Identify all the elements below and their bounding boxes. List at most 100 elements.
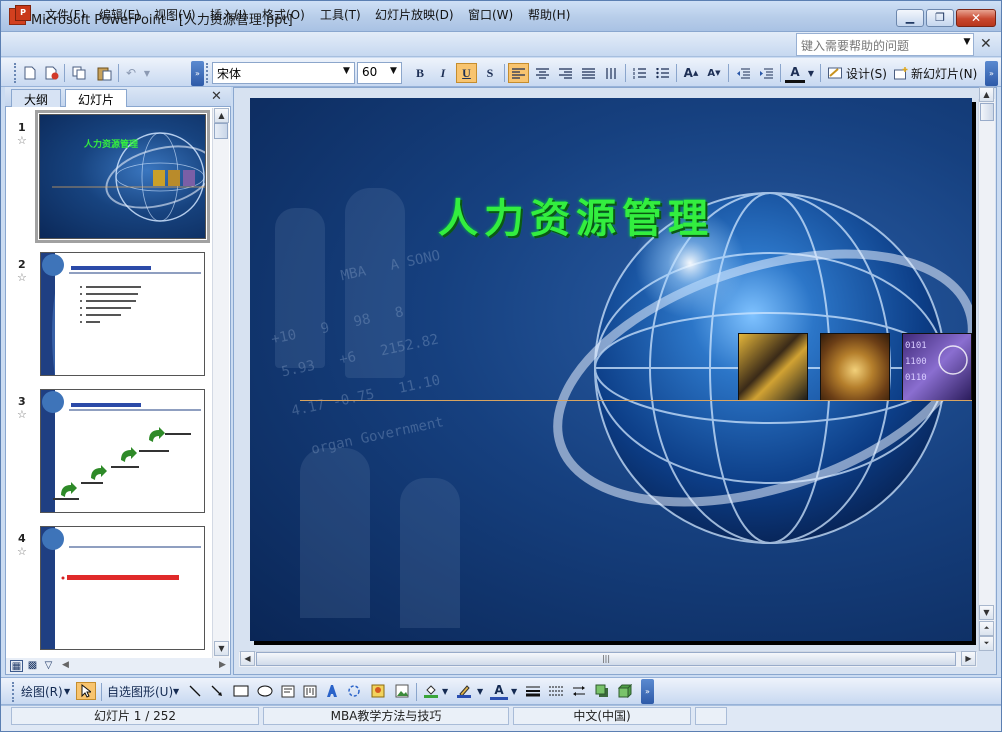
textbox-tool-icon[interactable] (279, 682, 297, 700)
menu-slideshow[interactable]: 幻灯片放映(D) (375, 6, 454, 23)
underline-button[interactable]: U (456, 63, 477, 83)
toolbar-grip[interactable] (12, 682, 15, 702)
thumbnail-scrollbar[interactable] (212, 108, 229, 658)
diagram-icon[interactable] (345, 682, 363, 700)
autoshapes-dropdown-icon[interactable]: ▼ (173, 682, 179, 700)
menu-tools[interactable]: 工具(T) (320, 6, 361, 23)
scroll-down-icon[interactable]: ▼ (214, 641, 229, 656)
italic-button[interactable]: I (433, 63, 453, 83)
align-center-button[interactable] (532, 63, 552, 83)
close-window-button[interactable]: ✕ (956, 9, 996, 27)
restore-button[interactable]: ❐ (926, 9, 954, 27)
slide-vertical-scroll-thumb[interactable] (980, 103, 994, 121)
toolbar-overflow-chevron-right[interactable]: » (985, 61, 998, 86)
menu-help[interactable]: 帮助(H) (528, 6, 570, 23)
scroll-up-icon[interactable]: ▲ (214, 108, 229, 123)
menu-edit[interactable]: 编辑(E) (99, 6, 140, 23)
thumbnail-scroll-thumb[interactable] (214, 123, 228, 139)
bold-button[interactable]: B (410, 63, 430, 83)
shadow-style-icon[interactable] (593, 682, 611, 700)
help-search-input[interactable]: 键入需要帮助的问题 (796, 33, 974, 56)
new-slide-button[interactable]: 新幻灯片(N) (911, 65, 977, 82)
numbering-icon[interactable] (629, 63, 649, 83)
line-color-icon[interactable] (455, 682, 473, 700)
bullets-icon[interactable] (652, 63, 672, 83)
pane-close-icon[interactable]: ✕ (211, 89, 222, 104)
toolbar-grip[interactable] (14, 63, 17, 83)
columns-icon[interactable] (601, 63, 621, 83)
menu-window[interactable]: 窗口(W) (468, 6, 513, 23)
scroll-left-icon[interactable]: ◀ (62, 660, 69, 670)
scroll-left-icon[interactable]: ◀ (240, 651, 255, 666)
vertical-textbox-icon[interactable] (301, 682, 319, 700)
menu-view[interactable]: 视图(V) (154, 6, 196, 23)
slideshow-view-icon[interactable]: ▽ (42, 660, 55, 672)
slide-horizontal-scroll-thumb[interactable]: ||| (256, 652, 956, 666)
permission-icon[interactable] (43, 63, 61, 83)
fill-color-dropdown-icon[interactable]: ▼ (442, 682, 448, 700)
undo-dropdown-icon[interactable]: ▼ (141, 63, 153, 83)
document-close-button[interactable]: ✕ (980, 36, 992, 52)
font-color-draw-icon[interactable]: A (490, 682, 508, 700)
clip-art-icon[interactable] (369, 682, 387, 700)
line-color-dropdown-icon[interactable]: ▼ (477, 682, 483, 700)
line-style-icon[interactable] (524, 682, 542, 700)
slide-thumbnail-3[interactable] (40, 389, 205, 513)
arrow-style-icon[interactable] (570, 682, 588, 700)
scroll-up-icon[interactable]: ▲ (979, 87, 994, 102)
toolbar-grip[interactable] (206, 63, 209, 83)
copy-icon[interactable] (69, 63, 89, 83)
font-color-icon[interactable]: A (785, 63, 805, 83)
scroll-right-icon[interactable]: ▶ (219, 660, 226, 670)
wordart-icon[interactable] (323, 682, 341, 700)
select-pointer-icon[interactable] (76, 682, 96, 700)
tab-outline[interactable]: 大纲 (11, 89, 62, 107)
shadow-button[interactable]: S (480, 63, 500, 83)
autoshapes-menu-button[interactable]: 自选图形(U) (107, 682, 173, 700)
scroll-down-icon[interactable]: ▼ (979, 605, 994, 620)
distribute-icon[interactable] (578, 63, 598, 83)
current-slide-canvas[interactable]: +10 9 98 8 5.93 +6 2152.82 4.17 -0.75 11… (250, 98, 972, 641)
dash-style-icon[interactable] (547, 682, 565, 700)
slide-title[interactable]: 人力资源管理 (438, 186, 714, 244)
slide-thumbnail-4[interactable] (40, 526, 205, 650)
normal-view-icon[interactable]: ▦ (10, 660, 23, 672)
align-right-button[interactable] (555, 63, 575, 83)
rectangle-tool-icon[interactable] (231, 682, 251, 700)
3d-style-icon[interactable] (616, 682, 634, 700)
minimize-button[interactable]: ▁ (896, 9, 924, 27)
tab-slides[interactable]: 幻灯片 (65, 89, 128, 107)
draw-menu-button[interactable]: 绘图(R) (21, 682, 63, 700)
slide-vertical-scrollbar[interactable] (978, 99, 995, 651)
menu-format[interactable]: 格式(O) (262, 6, 305, 23)
font-name-dropdown-icon[interactable]: ▼ (343, 66, 350, 76)
align-left-button[interactable] (508, 63, 529, 83)
drawing-toolbar-overflow-chevron[interactable]: » (641, 679, 654, 704)
insert-picture-icon[interactable] (393, 682, 411, 700)
previous-slide-icon[interactable]: ⏶ (979, 621, 994, 636)
font-color-draw-dropdown-icon[interactable]: ▼ (511, 682, 517, 700)
draw-dropdown-icon[interactable]: ▼ (64, 682, 70, 700)
menu-insert[interactable]: 插入(I) (210, 6, 247, 23)
undo-icon[interactable]: ↶ (123, 63, 139, 83)
document-icon[interactable]: P (15, 5, 31, 21)
decrease-indent-icon[interactable] (733, 63, 753, 83)
line-tool-icon[interactable] (186, 682, 204, 700)
menu-file[interactable]: 文件(F) (45, 6, 85, 23)
slide-sorter-view-icon[interactable]: ▩ (26, 660, 39, 672)
oval-tool-icon[interactable] (255, 682, 275, 700)
increase-font-icon[interactable]: A ▲ (681, 63, 701, 83)
font-name-combo[interactable]: 宋体 (212, 62, 355, 84)
arrow-tool-icon[interactable] (208, 682, 226, 700)
toolbar-overflow-chevron[interactable]: » (191, 61, 204, 86)
font-color-dropdown-icon[interactable]: ▼ (806, 63, 816, 83)
scroll-right-icon[interactable]: ▶ (961, 651, 976, 666)
slide-thumbnail-1[interactable]: 人力资源管理 (39, 114, 206, 239)
new-document-icon[interactable] (21, 63, 39, 83)
decrease-font-icon[interactable]: A ▼ (704, 63, 724, 83)
next-slide-icon[interactable]: ⏷ (979, 636, 994, 651)
help-dropdown-arrow[interactable]: ▼ (961, 37, 973, 51)
increase-indent-icon[interactable] (756, 63, 776, 83)
design-button[interactable]: 设计(S) (846, 65, 887, 82)
fill-color-icon[interactable] (422, 682, 440, 700)
